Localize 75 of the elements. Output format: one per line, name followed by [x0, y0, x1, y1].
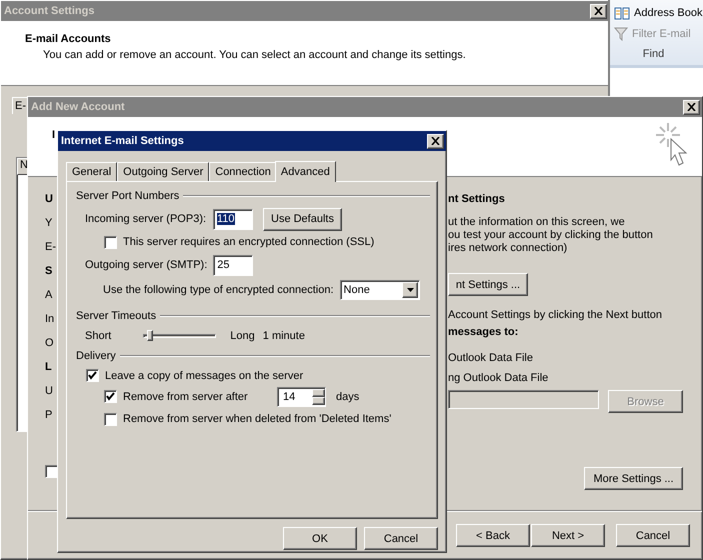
filter-icon [614, 27, 628, 41]
checkbox-label: Leave a copy of messages on the server [105, 370, 304, 382]
description-line: ou test your account by clicking the button [448, 229, 653, 242]
timeout-reading: 1 minute [262, 330, 305, 342]
port-field[interactable]: 25 [213, 254, 254, 276]
close-icon [594, 7, 603, 15]
account-list[interactable]: N [16, 157, 28, 432]
form-label: U [45, 193, 53, 205]
nav-button[interactable]: Next > [531, 524, 605, 547]
checkbox[interactable] [104, 412, 117, 426]
section-description: You can add or remove an account. You can select an account and change its settings. [42, 49, 467, 61]
window-title: Add New Account [31, 101, 125, 113]
slider-thumb[interactable] [146, 330, 153, 341]
section-heading: messages to: [448, 326, 518, 339]
checkbox[interactable] [45, 464, 58, 478]
close-icon [431, 137, 440, 145]
slider-label: Short [85, 330, 112, 342]
checkbox-label: Remove from server after [123, 390, 249, 402]
field-label: Use the following type of encrypted connection: [103, 284, 334, 296]
form-label: A [45, 289, 52, 301]
checkbox[interactable] [104, 236, 117, 248]
dropdown-arrow-icon [406, 288, 414, 292]
checkbox-label: This server requires an encrypted connection (SSL) [123, 236, 374, 248]
radio-label[interactable]: ng Outlook Data File [448, 372, 548, 385]
test-settings-button[interactable]: nt Settings ... [448, 273, 528, 296]
window-title: Internet E-mail Settings [61, 135, 184, 147]
page-heading: I [52, 129, 56, 141]
column-header: N [17, 158, 28, 175]
group-title: Delivery [76, 350, 116, 362]
form-label: L [45, 361, 52, 373]
slider-label: Long [230, 330, 255, 342]
checkbox-label: Remove from server when deleted from 'Deleted Items' [123, 413, 392, 425]
radio-label[interactable]: Outlook Data File [448, 352, 533, 365]
description-line: ut the information on this screen, we [448, 216, 625, 229]
group-title: Server Timeouts [76, 310, 156, 322]
ribbon-button[interactable]: Address Book [614, 6, 703, 20]
form-label: U [45, 385, 53, 397]
book-icon [614, 6, 630, 20]
tab[interactable]: E- [12, 97, 28, 114]
section-heading: E-mail Accounts [25, 33, 112, 45]
tab[interactable]: Outgoing Server [117, 162, 210, 181]
more-settings-button[interactable]: More Settings ... [584, 467, 683, 490]
group-title: Server Port Numbers [76, 190, 180, 202]
file-path-field[interactable] [448, 390, 599, 409]
group-label: Find [642, 48, 664, 60]
days-spinner[interactable]: 14 [277, 386, 326, 406]
dialog-button[interactable]: Cancel [364, 527, 438, 550]
tab[interactable]: General [66, 162, 118, 181]
hint-text: Account Settings by clicking the Next button [448, 309, 662, 322]
form-label: S [45, 265, 52, 277]
form-label: E- [45, 241, 56, 253]
use-defaults-button[interactable]: Use Defaults [263, 208, 342, 230]
checkbox[interactable] [86, 369, 99, 382]
encryption-dropdown[interactable]: None [340, 280, 420, 300]
dialog-button[interactable]: OK [283, 527, 357, 550]
section-heading: nt Settings [448, 193, 505, 206]
close-button[interactable] [427, 134, 444, 148]
field-label: Incoming server (POP3): [85, 213, 207, 225]
port-field[interactable]: 110 [213, 208, 253, 230]
form-label: P [45, 409, 52, 421]
close-button[interactable] [683, 100, 700, 114]
tab[interactable]: Connection [209, 162, 277, 181]
close-button[interactable] [590, 4, 607, 18]
nav-button[interactable]: Cancel [616, 524, 690, 547]
checkbox[interactable] [104, 390, 117, 403]
nav-button[interactable]: < Back [456, 524, 530, 547]
form-label: O [45, 337, 54, 349]
close-icon [687, 103, 696, 111]
form-label: In [45, 313, 54, 325]
unit-label: days [336, 390, 360, 402]
tab[interactable]: Advanced [274, 161, 336, 182]
field-label: Outgoing server (SMTP): [85, 259, 208, 271]
description-line: ires network connection) [448, 242, 568, 255]
form-label: Y [45, 217, 52, 229]
window-title: Account Settings [4, 5, 94, 17]
